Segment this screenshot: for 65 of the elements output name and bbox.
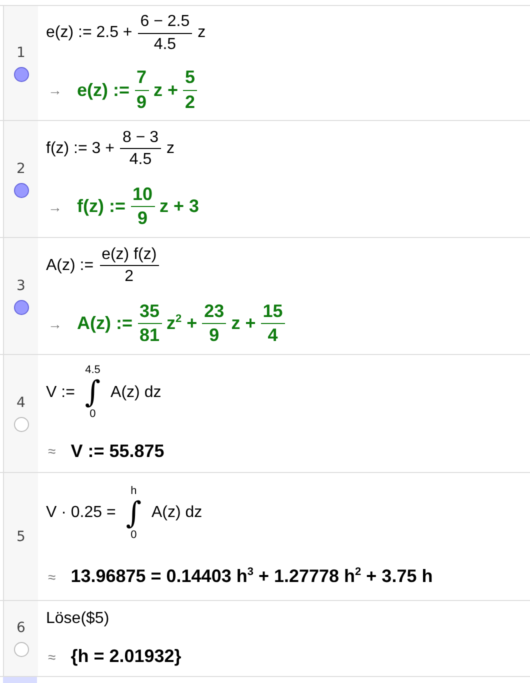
cas-row[interactable]: 5 V · 0.25 = h ∫ 0 A(z) dz ≈ 13.96875 = 0.14403 h$^{3}$ + 1.27778 h$^{2}$ + 3.75 h (0, 473, 530, 601)
result-prefix: → (48, 316, 62, 332)
row-number: 2 (16, 160, 26, 176)
fraction-denominator: 4.5 (154, 34, 176, 54)
fraction-numerator: 23 (202, 302, 226, 324)
cas-row[interactable]: 6 Löse($5) ≈ {h = 2.01932} (0, 601, 530, 677)
row-number: 1 (16, 44, 26, 60)
fraction-denominator: 2 (124, 267, 134, 286)
fraction-denominator: 9 (209, 324, 220, 346)
fraction-numerator: 35 (138, 302, 162, 324)
fraction-numerator: 8 − 3 (120, 128, 160, 150)
math-text: Löse($5) (46, 610, 110, 628)
integral-limit: 0 (90, 409, 96, 420)
result-prefix: ≈ (48, 648, 56, 664)
integral-limit: 0 (130, 530, 137, 541)
fraction-numerator: e(z) f(z) (100, 246, 159, 266)
integral-sign: ∫ (126, 496, 142, 530)
cas-row[interactable]: 4 V := 4.5 ∫ 0 A(z) dz ≈ V := 55.875 (0, 355, 530, 473)
math-text: A(z) dz (110, 384, 162, 402)
result-prefix: → (48, 82, 62, 98)
math-text: z + (154, 80, 178, 101)
fraction-numerator: 5 (183, 68, 198, 91)
fraction-denominator: 81 (140, 324, 160, 346)
result-prefix: → (48, 198, 62, 215)
visibility-toggle[interactable] (14, 642, 28, 657)
math-text: z (198, 24, 206, 42)
math-text: z (166, 140, 174, 158)
row-number: 3 (16, 278, 26, 294)
visibility-toggle[interactable] (14, 300, 28, 314)
math-text: e(z) := 2.5 + (46, 24, 132, 42)
math-text: f(z) := (77, 196, 126, 218)
math-text: V · 0.25 = (46, 504, 116, 522)
fraction-denominator: 9 (138, 207, 148, 230)
visibility-toggle[interactable] (14, 182, 28, 198)
row-number: 5 (16, 528, 26, 544)
fraction-denominator: 2 (185, 90, 196, 113)
integral-sign: ∫ (84, 376, 101, 410)
math-text: e(z) := (77, 80, 130, 101)
math-text: z$^{2}$ + (166, 313, 198, 334)
fraction-denominator: 9 (136, 90, 147, 113)
fraction-denominator: 4.5 (129, 150, 152, 169)
math-text: A(z) dz (151, 504, 202, 522)
math-text: V := 55.875 (70, 440, 164, 462)
math-text: 13.96875 = 0.14403 h$^{3}$ + 1.27778 h$^{2}$ + 3.75 h (70, 566, 433, 588)
math-text: A(z) := (46, 256, 94, 275)
row-number: 6 (16, 620, 26, 636)
fraction-numerator: 7 (134, 68, 149, 91)
fraction-denominator: 4 (268, 324, 278, 346)
math-text: f(z) := 3 + (46, 140, 114, 158)
row-number: 4 (16, 395, 26, 411)
math-text: A(z) := (77, 313, 132, 334)
math-text: V := (46, 384, 75, 402)
math-text: {h = 2.01932} (70, 646, 182, 667)
visibility-toggle[interactable] (14, 417, 28, 432)
visibility-toggle[interactable] (14, 66, 28, 82)
fraction-numerator: 10 (130, 184, 155, 208)
input-row-marker[interactable] (3, 677, 37, 683)
integral-limit: h (130, 486, 137, 497)
integral-limit: 4.5 (85, 365, 100, 376)
fraction-numerator: 15 (260, 302, 285, 324)
result-prefix: ≈ (48, 568, 56, 585)
math-text: z + 3 (160, 196, 200, 218)
fraction-numerator: 6 − 2.5 (138, 13, 192, 34)
result-prefix: ≈ (48, 443, 56, 460)
math-text: z + (231, 313, 256, 334)
